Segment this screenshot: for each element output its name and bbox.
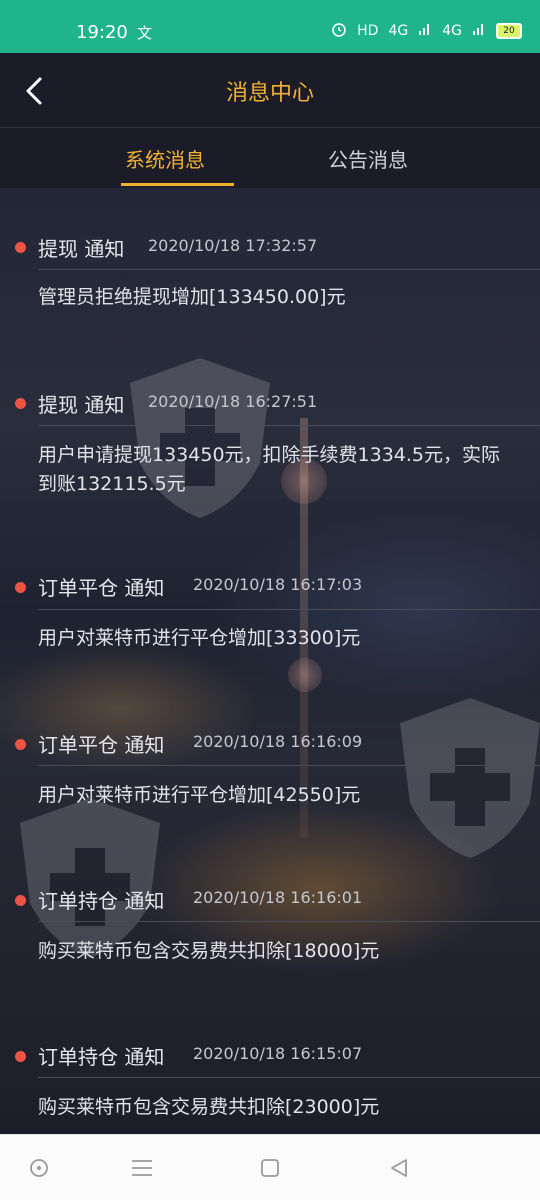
unread-dot [15, 582, 26, 593]
unread-dot [15, 1051, 26, 1062]
background-tower-sphere [288, 658, 322, 692]
message-type: 提现 通知 [38, 393, 125, 417]
app-header: 消息中心 [0, 53, 540, 128]
message-divider [38, 425, 540, 426]
status-icons: HD 4G 4G 20 [331, 21, 522, 41]
message-time: 2020/10/18 16:15:07 [193, 1044, 363, 1063]
system-nav-bar [0, 1134, 540, 1200]
message-time: 2020/10/18 16:17:03 [193, 575, 363, 594]
tab-announcements[interactable]: 公告消息 [328, 144, 408, 173]
message-body: 购买莱特币包含交易费共扣除[23000]元 [38, 1096, 380, 1118]
message-divider [38, 609, 540, 610]
active-tab-indicator [121, 183, 234, 186]
message-divider [38, 765, 540, 766]
triangle-back-icon[interactable] [386, 1155, 412, 1181]
status-bar: 19:20 文 HD 4G 4G 20 [0, 0, 540, 53]
tab-system-messages[interactable]: 系统消息 [125, 144, 205, 173]
shield-watermark-icon [400, 698, 540, 858]
message-type: 订单持仓 通知 [38, 889, 165, 913]
menu-icon[interactable] [129, 1155, 155, 1181]
message-type: 订单持仓 通知 [38, 1045, 165, 1069]
message-divider [38, 1077, 540, 1078]
signal-icon [472, 22, 486, 40]
circle-dot-icon[interactable] [26, 1155, 52, 1181]
message-time: 2020/10/18 16:16:01 [193, 888, 363, 907]
square-icon[interactable] [257, 1155, 283, 1181]
message-body: 用户申请提现133450元，扣除手续费1334.5元，实际到账132115.5元 [38, 444, 501, 495]
battery-icon: 20 [496, 23, 522, 39]
message-time: 2020/10/18 16:16:09 [193, 732, 363, 751]
signal-icon [418, 22, 432, 40]
unread-dot [15, 242, 26, 253]
signal-4g-1: 4G [388, 23, 409, 39]
network-label: HD [357, 23, 379, 39]
message-body: 用户对莱特币进行平仓增加[42550]元 [38, 784, 361, 806]
status-sub-glyph: 文 [137, 24, 153, 42]
message-type: 订单平仓 通知 [38, 733, 165, 757]
message-divider [38, 269, 540, 270]
message-body: 用户对莱特币进行平仓增加[33300]元 [38, 627, 361, 649]
message-body: 购买莱特币包含交易费共扣除[18000]元 [38, 940, 380, 962]
tab-bar: 系统消息 公告消息 [0, 128, 540, 188]
message-list-area[interactable]: 提现 通知 2020/10/18 17:32:57 管理员拒绝提现增加[1334… [0, 188, 540, 1134]
unread-dot [15, 398, 26, 409]
status-time: 19:20 [76, 22, 128, 43]
message-time: 2020/10/18 17:32:57 [148, 236, 318, 255]
unread-dot [15, 739, 26, 750]
unread-dot [15, 895, 26, 906]
message-type: 提现 通知 [38, 237, 125, 261]
page-title: 消息中心 [225, 81, 314, 106]
message-time: 2020/10/18 16:27:51 [148, 392, 318, 411]
message-divider [38, 921, 540, 922]
message-type: 订单平仓 通知 [38, 576, 165, 600]
message-body: 管理员拒绝提现增加[133450.00]元 [38, 286, 346, 308]
signal-4g-2: 4G [442, 23, 462, 39]
alarm-icon [331, 21, 347, 41]
